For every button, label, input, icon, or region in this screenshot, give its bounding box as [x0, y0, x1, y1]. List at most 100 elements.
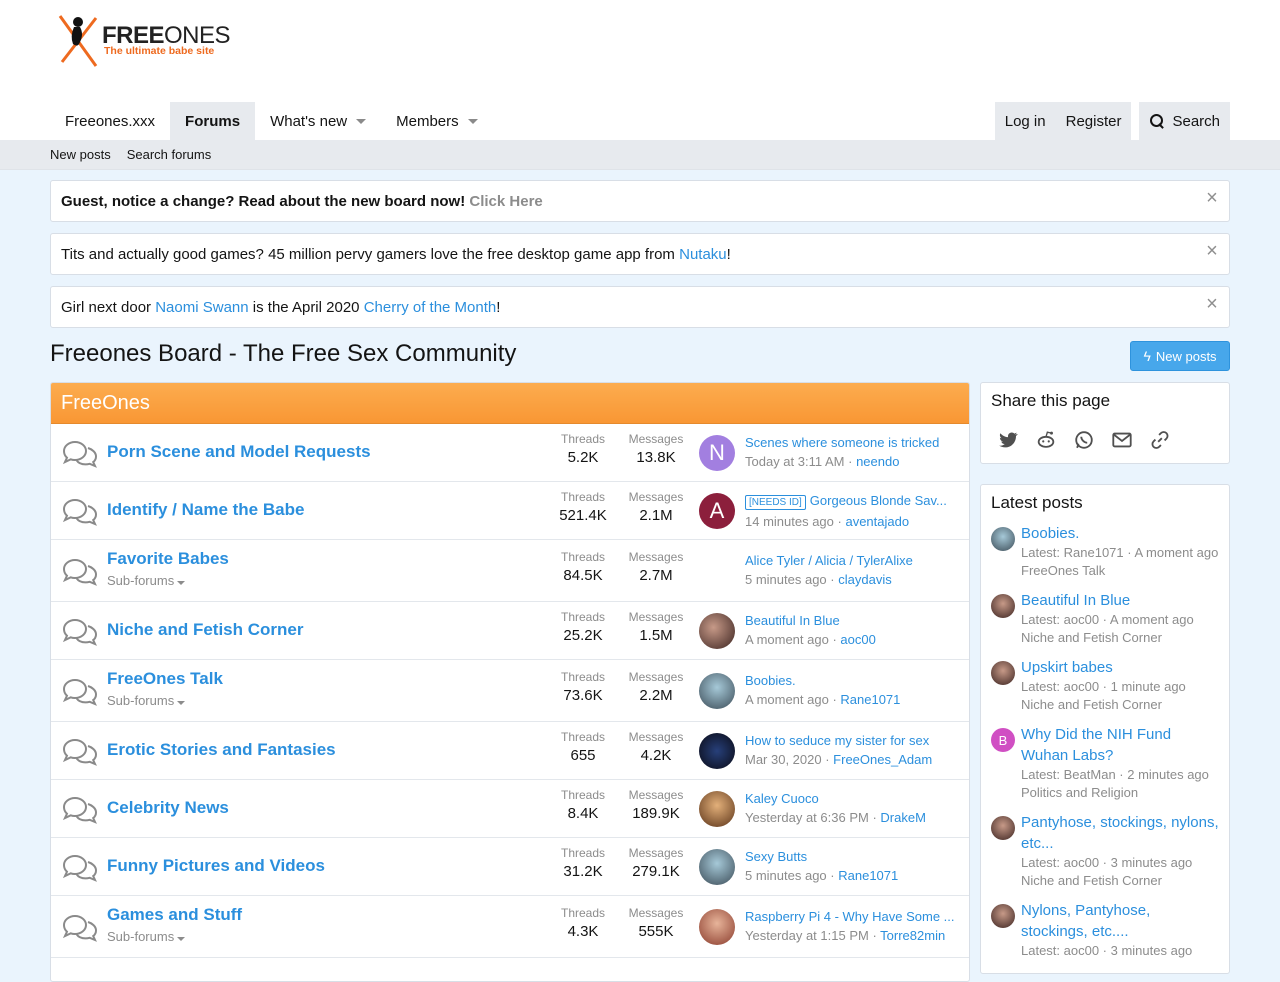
avatar[interactable] [699, 791, 735, 827]
last-post-title-link[interactable]: How to seduce my sister for sex [745, 733, 960, 748]
forum-title-link[interactable]: Funny Pictures and Videos [107, 856, 325, 876]
nav-freeones-xxx[interactable]: Freeones.xxx [50, 102, 170, 140]
last-post-user-link[interactable]: aoc00 [840, 632, 875, 647]
login-button[interactable]: Log in [995, 102, 1056, 140]
subforums-toggle[interactable]: Sub-forums [107, 693, 186, 708]
last-post-title-link[interactable]: Sexy Butts [745, 849, 960, 864]
latest-post-title-link[interactable]: Upskirt babes [1021, 657, 1219, 678]
category-header[interactable]: FreeOnes [51, 383, 969, 424]
new-posts-button[interactable]: ϟ New posts [1130, 341, 1230, 371]
nav-forums[interactable]: Forums [170, 102, 256, 140]
last-post-title-link[interactable]: Beautiful In Blue [745, 613, 960, 628]
forum-title-link[interactable]: Identify / Name the Babe [107, 500, 304, 520]
last-post: Kaley Cuoco Yesterday at 6:36 PM · Drake… [745, 791, 960, 825]
latest-post-title-link[interactable]: Why Did the NIH Fund Wuhan Labs? [1021, 724, 1219, 766]
twitter-icon[interactable] [997, 429, 1019, 451]
last-post-user-link[interactable]: claydavis [838, 572, 891, 587]
last-post-title-link[interactable]: [NEEDS ID] Gorgeous Blonde Sav... [745, 493, 960, 510]
cherry-of-month-link[interactable]: Cherry of the Month [364, 299, 497, 316]
subforums-toggle[interactable]: Sub-forums [107, 573, 186, 588]
last-post-meta: 5 minutes ago · claydavis [745, 572, 892, 587]
avatar[interactable] [699, 733, 735, 769]
forum-title-link[interactable]: FreeOnes Talk [107, 669, 223, 689]
search-button[interactable]: Search [1139, 102, 1230, 140]
messages-count: 2.2M [639, 687, 673, 704]
last-post-user-link[interactable]: Rane1071 [838, 868, 898, 883]
nutaku-link[interactable]: Nutaku [679, 246, 727, 263]
avatar[interactable] [991, 904, 1015, 928]
messages-stat: Messages 13.8K [621, 432, 691, 466]
email-icon[interactable] [1111, 429, 1133, 451]
avatar[interactable] [699, 613, 735, 649]
naomi-swann-link[interactable]: Naomi Swann [155, 299, 248, 316]
link-icon[interactable] [1149, 429, 1171, 451]
category-title: FreeOnes [61, 391, 150, 414]
chevron-down-icon[interactable] [467, 118, 478, 124]
latest-post-forum-link[interactable]: FreeOnes Talk [1021, 562, 1219, 580]
avatar[interactable] [699, 673, 735, 709]
latest-post-forum-link[interactable]: Niche and Fetish Corner [1021, 696, 1219, 714]
last-post-title-link[interactable]: Kaley Cuoco [745, 791, 960, 806]
latest-post-title-link[interactable]: Pantyhose, stockings, nylons, etc... [1021, 812, 1219, 854]
last-post-user-link[interactable]: Torre82min [880, 928, 945, 943]
avatar[interactable] [991, 816, 1015, 840]
forum-bubbles-icon [62, 796, 98, 824]
nav-whats-new[interactable]: What's new [255, 102, 381, 140]
last-post-user-link[interactable]: Rane1071 [840, 692, 900, 707]
messages-label: Messages [628, 490, 684, 504]
avatar[interactable] [991, 527, 1015, 551]
reddit-icon[interactable] [1035, 429, 1057, 451]
register-button[interactable]: Register [1056, 102, 1132, 140]
avatar[interactable] [699, 909, 735, 945]
subforums-toggle[interactable]: Sub-forums [107, 929, 186, 944]
site-logo[interactable]: FREEONES The ultimate babe site [56, 12, 231, 72]
latest-post-title-link[interactable]: Boobies. [1021, 523, 1219, 544]
avatar[interactable]: N [699, 435, 735, 471]
messages-label: Messages [628, 846, 684, 860]
latest-posts-widget: Latest posts Boobies. Latest: Rane1071 ·… [980, 484, 1230, 974]
last-post-user-link[interactable]: aventajado [845, 514, 909, 529]
forum-title-link[interactable]: Erotic Stories and Fantasies [107, 740, 336, 760]
avatar-letter: N [709, 440, 725, 465]
forum-title-link[interactable]: Favorite Babes [107, 549, 229, 569]
last-post-title-link[interactable]: Scenes where someone is tricked [745, 435, 960, 450]
threads-stat: Threads 73.6K [548, 670, 618, 704]
last-post-title-link[interactable]: Raspberry Pi 4 - Why Have Some ... [745, 909, 960, 924]
new-posts-link[interactable]: New posts [50, 147, 111, 162]
close-icon[interactable]: × [1205, 294, 1219, 314]
last-post-user-link[interactable]: neendo [856, 454, 899, 469]
forum-title-link[interactable]: Celebrity News [107, 798, 229, 818]
forum-title-link[interactable]: Games and Stuff [107, 905, 242, 925]
latest-post-title-link[interactable]: Nylons, Pantyhose, stockings, etc.... [1021, 900, 1219, 942]
last-post-meta: Mar 30, 2020 · FreeOnes_Adam [745, 752, 933, 767]
whatsapp-icon[interactable] [1073, 429, 1095, 451]
close-icon[interactable]: × [1205, 188, 1219, 208]
close-icon[interactable]: × [1205, 241, 1219, 261]
avatar[interactable]: B [991, 728, 1015, 752]
nav-members[interactable]: Members [381, 102, 493, 140]
threads-label: Threads [560, 846, 606, 860]
avatar[interactable] [699, 849, 735, 885]
notice-text: Tits and actually good games? 45 million… [61, 245, 680, 263]
avatar[interactable] [699, 553, 735, 589]
last-post-title-link[interactable]: Alice Tyler / Alicia / TylerAlixe [745, 553, 960, 568]
latest-post-forum-link[interactable]: Politics and Religion [1021, 784, 1219, 802]
chevron-down-icon[interactable] [356, 118, 367, 124]
messages-label: Messages [628, 550, 684, 564]
notice-click-here-link[interactable]: Click Here [469, 193, 542, 210]
forum-title-link[interactable]: Porn Scene and Model Requests [107, 442, 371, 462]
last-post-title-link[interactable]: Boobies. [745, 673, 960, 688]
search-label: Search [1172, 112, 1220, 130]
last-post: Scenes where someone is tricked Today at… [745, 435, 960, 469]
forum-title-link[interactable]: Niche and Fetish Corner [107, 620, 303, 640]
latest-post-forum-link[interactable]: Niche and Fetish Corner [1021, 629, 1219, 647]
avatar[interactable] [991, 594, 1015, 618]
latest-post-title-link[interactable]: Beautiful In Blue [1021, 590, 1219, 611]
messages-count: 2.1M [639, 507, 673, 524]
latest-post-forum-link[interactable]: Niche and Fetish Corner [1021, 872, 1219, 890]
avatar[interactable]: A [699, 493, 735, 529]
avatar[interactable] [991, 661, 1015, 685]
search-forums-link[interactable]: Search forums [127, 147, 212, 162]
last-post-user-link[interactable]: FreeOnes_Adam [833, 752, 932, 767]
last-post-user-link[interactable]: DrakeM [880, 810, 926, 825]
